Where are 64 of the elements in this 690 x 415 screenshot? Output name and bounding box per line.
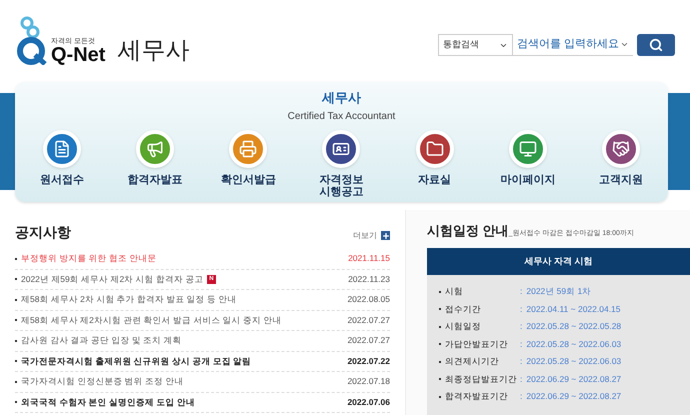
notice-link[interactable]: 감사원 감사 결과 공단 입장 및 조치 계획 — [21, 334, 182, 348]
folder-icon — [426, 140, 444, 158]
menu-item[interactable]: 마이페이지 — [500, 174, 556, 186]
notice-date: 2022.07.06 — [347, 396, 390, 409]
notices-title: 공지사항 — [15, 223, 71, 242]
notice-date: 2022.07.27 — [347, 334, 390, 348]
colon-separator: : — [520, 338, 522, 351]
menu-item[interactable]: 자격정보 시행공고 — [319, 174, 364, 198]
colon-separator: : — [520, 390, 522, 404]
notice-link[interactable]: 외국국적 수험자 본인 실명인증제 도입 안내 — [21, 396, 195, 409]
banner-title: 세무사 — [322, 90, 361, 106]
megaphone-icon — [146, 140, 164, 158]
menu-item[interactable]: 원서접수 — [40, 174, 84, 186]
monitor-icon — [518, 140, 537, 158]
menu-item[interactable]: 자료실 — [418, 174, 452, 186]
handshake-icon — [612, 140, 630, 158]
printer-icon — [239, 140, 258, 158]
search-field[interactable]: 검색어를 입력하세요 — [513, 34, 633, 56]
schedule-value: 2022.04.11 ~ 2022.04.15 — [526, 302, 621, 316]
notice-date: 2022.11.23 — [348, 272, 390, 286]
notice-link[interactable]: 2022년 제59회 세무사 제2차 시험 합격자 공고 — [21, 272, 204, 286]
notice-link[interactable]: 국가전문자격시험 출제위원 신규위원 상시 공개 모집 알림 — [21, 354, 252, 368]
schedule-value: 2022.06.29 ~ 2022.08.27 — [526, 390, 622, 404]
search-icon — [649, 38, 663, 52]
plus-icon[interactable] — [381, 231, 390, 240]
search-scope-select[interactable]: 통합검색 — [438, 34, 513, 56]
notice-link[interactable]: 제58회 세무사 2차 시험 추가 합격자 발표 일정 등 안내 — [21, 293, 236, 306]
schedule-label: 최종정답발표기간 — [445, 372, 518, 386]
colon-separator: : — [520, 285, 522, 298]
schedule-label: 의견제시기간 — [445, 355, 500, 368]
banner-subtitle: Certified Tax Accountant — [288, 110, 396, 124]
colon-separator: : — [520, 355, 522, 368]
notice-link[interactable]: 국가자격시험 인정신분증 범위 조정 안내 — [21, 375, 184, 388]
colon-separator: : — [520, 372, 522, 386]
colon-separator: : — [520, 320, 522, 334]
notice-date: 2021.11.15 — [348, 252, 390, 266]
schedule-value: 2022.05.28 ~ 2022.05.28 — [526, 320, 622, 334]
menu-item[interactable]: 고객지원 — [598, 174, 643, 186]
notice-date: 2022.07.22 — [347, 354, 390, 368]
notice-link[interactable]: 제58회 세무사 제2차시험 관련 확인서 발급 서비스 일시 중지 안내 — [21, 314, 282, 327]
menu-item[interactable]: 확인서발급 — [220, 174, 276, 186]
schedule-value: 2022.05.28 ~ 2022.06.03 — [526, 338, 622, 351]
document-icon — [53, 140, 71, 158]
schedule-label: 접수기간 — [445, 302, 482, 316]
schedule-value: 2022.05.28 ~ 2022.06.03 — [526, 355, 622, 368]
notice-date: 2022.07.27 — [347, 314, 390, 327]
page-title: 세무사 — [117, 39, 190, 63]
schedule-label: 시험 — [445, 285, 464, 298]
colon-separator: : — [520, 302, 522, 316]
schedule-label: 합격자발표기간 — [445, 390, 509, 404]
logo-wordmark[interactable]: Q-Net — [51, 45, 106, 65]
schedule-box-header: 세무사 자격 시험 — [427, 248, 690, 275]
notice-date: 2022.07.18 — [347, 375, 390, 388]
more-link[interactable]: 더보기 — [353, 230, 377, 242]
schedule-title: 시험일정 안내 — [427, 224, 509, 237]
schedule-label: 시험일정 — [445, 320, 482, 334]
schedule-label: 가답안발표기간 — [445, 338, 509, 351]
schedule-value: 2022년 59회 1차 — [526, 285, 592, 298]
chevron-down-icon — [620, 40, 629, 49]
notice-date: 2022.08.05 — [347, 293, 390, 306]
menu-item[interactable]: 합격자발표 — [128, 174, 183, 186]
schedule-value: 2022.06.29 ~ 2022.08.27 — [526, 372, 622, 386]
notice-link[interactable]: 부정행위 방지를 위한 협조 안내문 — [21, 252, 156, 266]
search-button[interactable] — [637, 34, 675, 56]
